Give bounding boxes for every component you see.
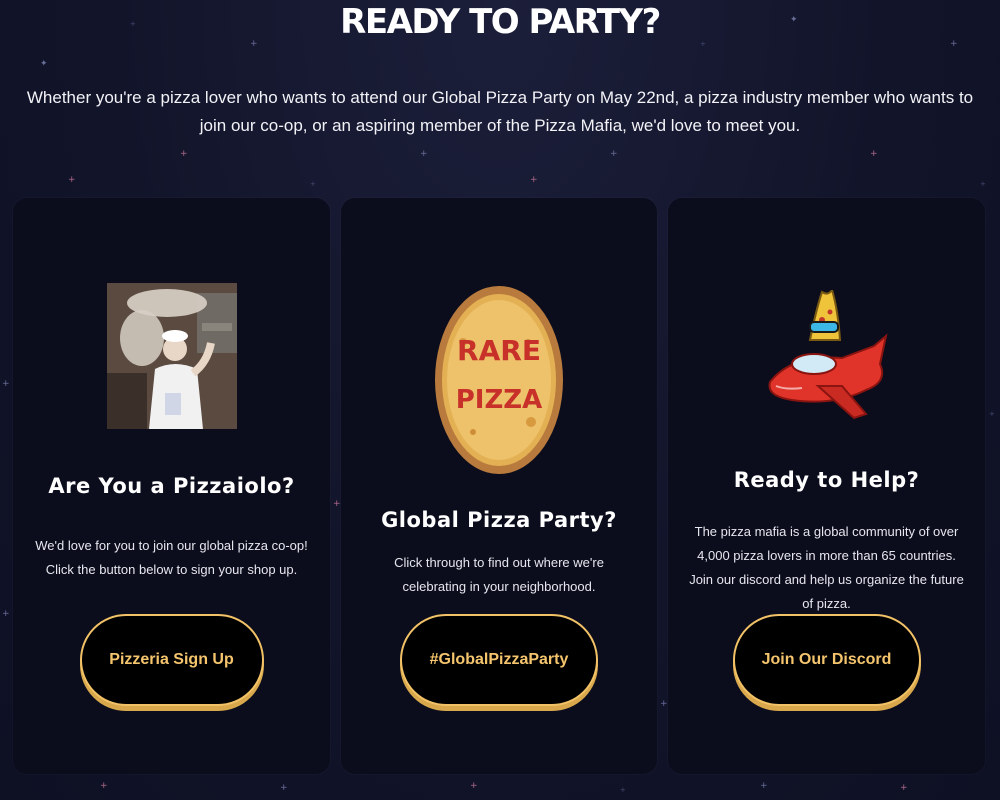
card-pizzaiolo: Are You a Pizzaiolo? We'd love for you t… [13, 198, 330, 774]
card-description: The pizza mafia is a global community of… [689, 524, 964, 611]
join-discord-button[interactable]: Join Our Discord [732, 614, 921, 706]
rare-pizza-image: RARE PIZZA [433, 282, 565, 478]
global-pizza-party-button[interactable]: #GlobalPizzaParty [400, 614, 598, 706]
card-description: Click through to find out where we're ce… [394, 555, 604, 594]
card-ready-to-help: Ready to Help? The pizza mafia is a glob… [668, 198, 985, 774]
card-title: Ready to Help? [733, 468, 920, 492]
card-description: We'd love for you to join our global piz… [35, 538, 308, 577]
card-global-pizza-party: RARE PIZZA Global Pizza Party? Click thr… [341, 198, 657, 774]
pizza-text-pizza: PIZZA [456, 385, 543, 415]
pizza-text-rare: RARE [457, 334, 541, 367]
page-title: READY TO PARTY? [340, 2, 661, 42]
intro-text: Whether you're a pizza lover who wants t… [26, 88, 974, 135]
card-title: Global Pizza Party? [381, 508, 617, 532]
pizzaiolo-photo [106, 283, 237, 429]
pizzeria-sign-up-button[interactable]: Pizzeria Sign Up [79, 614, 264, 706]
pizza-plane-illustration [762, 287, 892, 432]
card-title: Are You a Pizzaiolo? [48, 474, 295, 498]
